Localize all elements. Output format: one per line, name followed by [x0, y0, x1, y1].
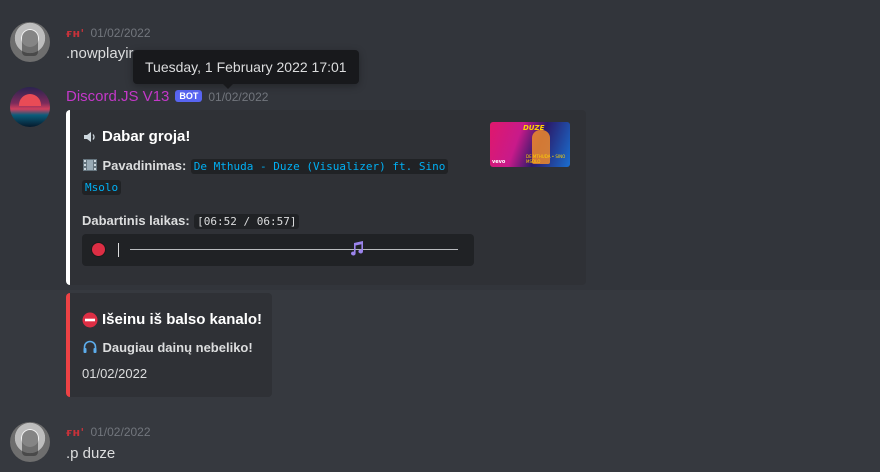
embed-now-playing: Dabar groja! Pavadinimas: De Mthuda - Du… [66, 110, 586, 285]
progress-start-marker [118, 243, 119, 257]
embed-leaving-channel: Išeinu iš balso kanalo! Daugiau dainų ne… [66, 293, 272, 397]
song-thumbnail[interactable]: DUZE vevo DE MTHUDA • SINO MSOLO [490, 122, 570, 167]
thumbnail-title: DUZE [523, 124, 545, 132]
embed-description-row: Daugiau dainų nebeliko! [82, 339, 253, 357]
embed-title: Išeinu iš balso kanalo! [102, 311, 263, 328]
username[interactable]: Discord.JS V13 [66, 88, 169, 105]
song-title-link-continued[interactable]: Msolo [82, 180, 122, 195]
progress-track [130, 249, 458, 250]
embed-accent-bar [66, 110, 70, 285]
avatar[interactable] [10, 87, 50, 127]
embed-accent-bar [66, 293, 70, 397]
embed-field-time: Dabartinis laikas: [06:52 / 06:57] [82, 212, 300, 230]
field-label-time: Dabartinis laikas: [82, 213, 190, 228]
notes-icon [350, 241, 363, 256]
message-timestamp[interactable]: 01/02/2022 [90, 26, 150, 40]
red-circle-icon [91, 242, 106, 257]
progress-bar [82, 234, 474, 266]
embed-title: Dabar groja! [102, 128, 191, 145]
message-text: .nowplayir [66, 45, 134, 62]
speaker-icon [84, 131, 95, 142]
message-timestamp[interactable]: 01/02/2022 [208, 90, 268, 104]
username[interactable]: ғн' [66, 27, 84, 40]
time-value: [06:52 / 06:57] [194, 214, 300, 229]
embed-description: Daugiau dainų nebeliko! [102, 340, 253, 355]
timestamp-tooltip: Tuesday, 1 February 2022 17:01 [133, 50, 359, 89]
no-entry-icon [82, 312, 98, 327]
message-timestamp[interactable]: 01/02/2022 [90, 425, 150, 439]
thumbnail-subtitle: DE MTHUDA • SINO MSOLO [526, 154, 566, 164]
avatar[interactable] [10, 422, 50, 462]
embed-title-row: Išeinu iš balso kanalo! [82, 311, 262, 328]
embed-title-row: Dabar groja! [82, 128, 190, 145]
username[interactable]: ғн' [66, 426, 84, 439]
thumbnail-brand: vevo [492, 159, 506, 165]
headphone-icon [83, 340, 97, 353]
field-label-name: Pavadinimas: [102, 158, 187, 173]
message-text: .p duze [66, 445, 116, 462]
embed-field-name: Pavadinimas: De Mthuda - Duze (Visualize… [82, 156, 462, 198]
embed-footer: 01/02/2022 [82, 366, 148, 381]
bot-badge: BOT [175, 90, 203, 102]
film-frames-icon [83, 159, 97, 171]
avatar[interactable] [10, 22, 50, 62]
song-title-link[interactable]: De Mthuda - Duze (Visualizer) ft. Sino [190, 159, 449, 174]
